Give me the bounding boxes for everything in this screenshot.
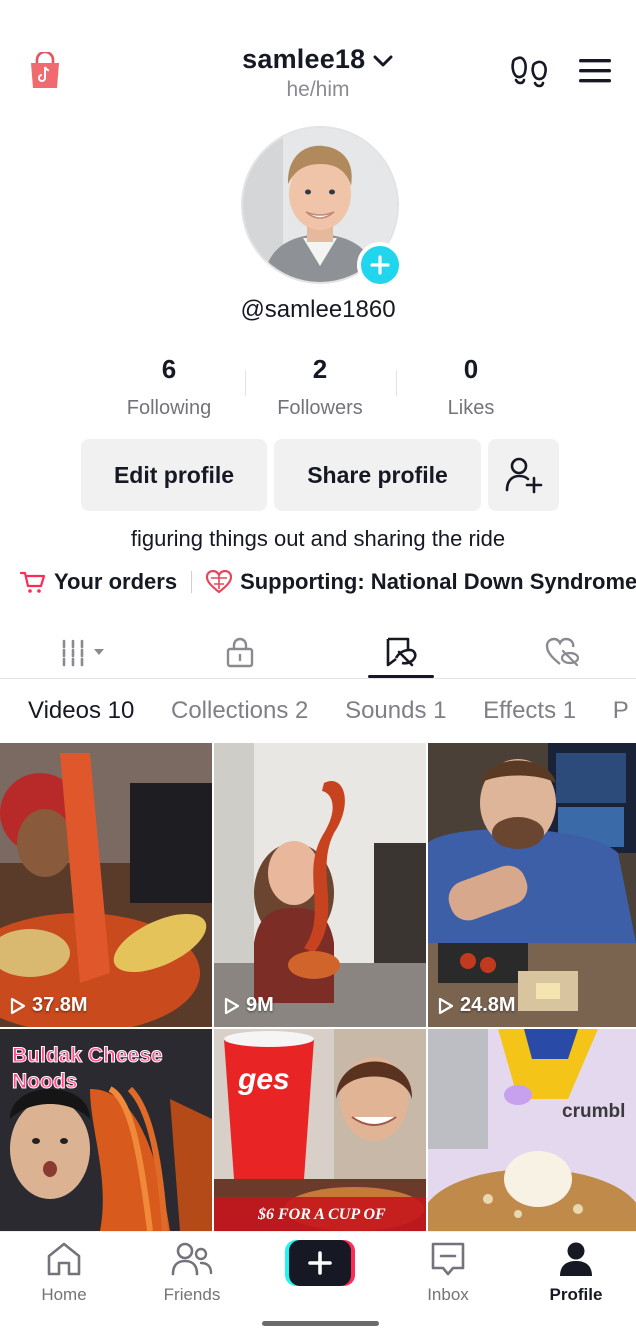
stat-label: Likes [447, 397, 495, 419]
play-icon [224, 997, 240, 1014]
view-count-value: 24.8M [460, 994, 516, 1016]
divider [191, 571, 193, 593]
add-friend-icon [505, 457, 542, 494]
filter-videos[interactable]: Videos 10 [28, 697, 134, 724]
thumbnail-image [428, 743, 636, 1027]
username: samlee18 [242, 44, 366, 74]
video-thumbnail[interactable]: Buldak Cheese Noods [0, 1029, 212, 1231]
nav-label: Profile [549, 1285, 603, 1304]
supporting-link[interactable]: Supporting: National Down Syndrome [240, 569, 636, 595]
view-count: 24.8M [438, 994, 516, 1017]
hamburger-menu-icon[interactable] [576, 56, 614, 86]
video-overlay-text: crumbl [562, 1101, 626, 1122]
your-orders-link[interactable]: Your orders [54, 569, 177, 595]
tab-liked[interactable] [512, 626, 612, 678]
divider [0, 678, 636, 679]
video-thumbnail[interactable]: 9M [214, 743, 426, 1027]
heart-globe-icon [206, 570, 233, 594]
footprints-icon[interactable] [510, 54, 550, 90]
bottom-nav: Home Friends Inbox Profile [0, 1231, 636, 1334]
favorites-icon [386, 637, 417, 667]
view-count: 9M [224, 994, 274, 1017]
tab-favorites[interactable] [351, 626, 451, 678]
plus-icon [370, 255, 390, 275]
grid-icon [62, 639, 104, 667]
thumbnail-image [214, 1029, 426, 1231]
play-icon [10, 997, 26, 1014]
nav-label: Inbox [427, 1285, 469, 1304]
stat-likes[interactable]: 0 Likes [396, 354, 546, 420]
liked-hidden-icon [545, 637, 580, 667]
stat-value: 6 [161, 354, 177, 384]
filter-sounds[interactable]: Sounds 1 [345, 697, 446, 724]
cart-icon [20, 571, 46, 593]
add-avatar-button[interactable] [357, 242, 403, 288]
add-friend-button[interactable] [488, 439, 559, 511]
filter-collections[interactable]: Collections 2 [171, 697, 308, 724]
video-grid: 37.8M 9M 24.8M Buldak Cheese Noods ges $… [0, 743, 636, 1231]
nav-label: Home [41, 1285, 87, 1304]
video-overlay-text: Buldak Cheese Noods [12, 1044, 164, 1094]
nav-label: Friends [163, 1285, 221, 1304]
video-thumbnail[interactable]: ges $6 FOR A CUP OF [214, 1029, 426, 1231]
tab-videos-grid[interactable] [36, 626, 136, 678]
lock-icon [226, 637, 254, 668]
nav-friends[interactable]: Friends [142, 1240, 242, 1305]
friends-icon [171, 1242, 213, 1276]
stat-followers[interactable]: 2 Followers [245, 354, 395, 420]
nav-profile[interactable]: Profile [526, 1240, 626, 1305]
edit-profile-button[interactable]: Edit profile [81, 439, 267, 511]
view-count: 37.8M [10, 994, 88, 1017]
video-brand-text: ges [238, 1063, 290, 1096]
video-thumbnail[interactable]: 24.8M [428, 743, 636, 1027]
play-icon [438, 997, 454, 1014]
home-icon [47, 1242, 81, 1276]
share-profile-button[interactable]: Share profile [274, 439, 481, 511]
thumbnail-image [0, 743, 212, 1027]
filter-effects[interactable]: Effects 1 [483, 697, 576, 724]
thumbnail-image [428, 1029, 636, 1231]
filter-more[interactable]: P [613, 697, 629, 724]
nav-home[interactable]: Home [14, 1240, 114, 1305]
stat-following[interactable]: 6 Following [94, 354, 244, 420]
video-overlay-text: $6 FOR A CUP OF [258, 1206, 386, 1223]
inbox-icon [431, 1242, 465, 1276]
stat-label: Following [126, 397, 212, 419]
nav-inbox[interactable]: Inbox [398, 1240, 498, 1305]
video-thumbnail[interactable]: 37.8M [0, 743, 212, 1027]
profile-handle: @samlee1860 [240, 296, 396, 323]
profile-icon [560, 1242, 592, 1276]
stat-label: Followers [277, 397, 363, 419]
stat-value: 0 [463, 354, 479, 384]
view-count-value: 37.8M [32, 994, 88, 1016]
thumbnail-image [214, 743, 426, 1027]
view-count-value: 9M [246, 994, 274, 1016]
chevron-down-icon [373, 55, 393, 67]
home-indicator [262, 1321, 379, 1326]
bio: figuring things out and sharing the ride [130, 526, 506, 551]
filter-row: Videos 10 Collections 2 Sounds 1 Effects… [28, 697, 636, 725]
stat-value: 2 [312, 354, 328, 384]
create-plus-icon[interactable] [285, 1240, 355, 1286]
video-thumbnail[interactable]: crumbl [428, 1029, 636, 1231]
tab-private[interactable] [190, 626, 290, 678]
profile-links: Your orders Supporting: National Down Sy… [20, 566, 636, 598]
